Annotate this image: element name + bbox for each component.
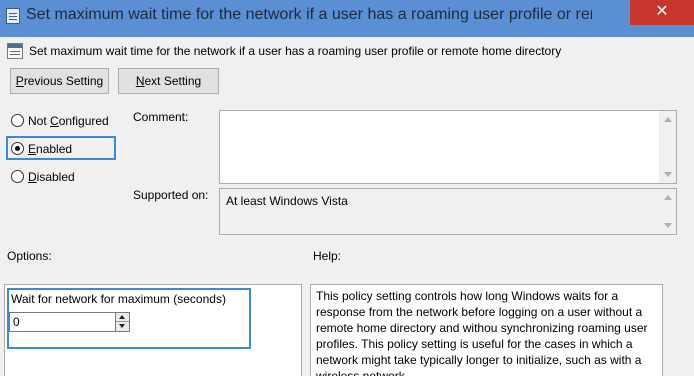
- wait-time-value[interactable]: 0: [13, 315, 20, 329]
- scroll-down-icon[interactable]: [664, 172, 672, 177]
- policy-heading-text: Set maximum wait time for the network if…: [29, 44, 562, 58]
- radio-button-selected[interactable]: [11, 142, 24, 156]
- help-panel[interactable]: This policy setting controls how long Wi…: [310, 284, 663, 376]
- supported-on-value: At least Windows Vista: [226, 194, 348, 208]
- spin-up-icon[interactable]: [116, 313, 129, 322]
- policy-setting-icon: [7, 43, 23, 59]
- scroll-down-icon[interactable]: [664, 223, 672, 228]
- radio-button[interactable]: [11, 170, 24, 184]
- comment-scrollbar[interactable]: [659, 111, 676, 183]
- close-button[interactable]: ✕: [630, 0, 694, 25]
- options-panel: Wait for network for maximum (seconds) 0: [4, 284, 302, 376]
- wait-time-spinbox[interactable]: 0: [9, 312, 130, 332]
- next-setting-button[interactable]: Next Setting: [118, 68, 219, 94]
- supported-on-label: Supported on:: [133, 188, 209, 202]
- policy-window-icon: [6, 8, 20, 24]
- spin-buttons[interactable]: [115, 313, 129, 331]
- policy-heading: Set maximum wait time for the network if…: [7, 43, 561, 61]
- scroll-up-icon[interactable]: [664, 195, 672, 200]
- supported-on-field: At least Windows Vista: [219, 188, 677, 235]
- radio-not-configured[interactable]: Not Configured: [11, 113, 109, 131]
- comment-textarea[interactable]: [219, 110, 677, 184]
- wait-time-label: Wait for network for maximum (seconds): [11, 292, 226, 306]
- radio-button[interactable]: [11, 114, 24, 128]
- policy-dialog: Set maximum wait time for the network if…: [0, 37, 694, 376]
- help-text: This policy setting controls how long Wi…: [316, 289, 648, 376]
- comment-label: Comment:: [133, 110, 189, 124]
- help-label: Help:: [313, 249, 342, 263]
- window-title: Set maximum wait time for the network if…: [26, 6, 592, 23]
- radio-enabled[interactable]: Enabled: [11, 141, 72, 159]
- spin-down-icon[interactable]: [116, 322, 129, 331]
- supported-scrollbar[interactable]: [659, 189, 676, 234]
- options-label: Options:: [7, 249, 52, 263]
- close-icon: ✕: [655, 3, 669, 20]
- scroll-up-icon[interactable]: [664, 117, 672, 122]
- radio-disabled[interactable]: Disabled: [11, 169, 75, 187]
- title-bar[interactable]: Set maximum wait time for the network if…: [0, 0, 694, 37]
- previous-setting-button[interactable]: Previous Setting: [10, 68, 109, 94]
